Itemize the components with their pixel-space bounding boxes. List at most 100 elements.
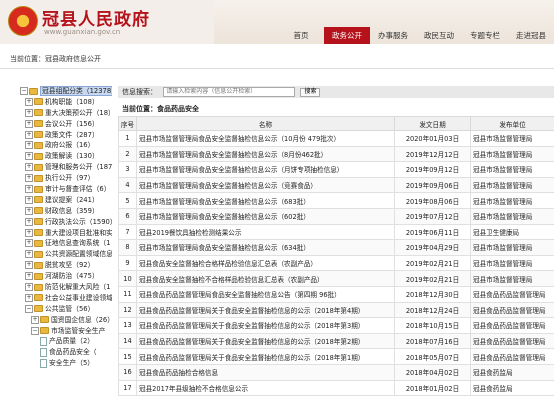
cell-title-link[interactable]: 冠县市场监督管理局食品安全监督抽检信息公示（月饼专项抽检信息）	[136, 161, 395, 178]
tree-item[interactable]: + 财政信息（359）	[20, 206, 112, 217]
expand-toggle-icon[interactable]: +	[25, 174, 33, 183]
nav-about[interactable]: 走进冠县	[508, 27, 554, 44]
expand-toggle-icon[interactable]: +	[25, 228, 33, 237]
nav-government-affairs[interactable]: 政务公开	[324, 27, 370, 44]
tree-item[interactable]: + 审计与督查评估（6）	[20, 184, 112, 195]
tree-item[interactable]: + 脱贫攻坚（92）	[20, 260, 112, 271]
expand-toggle-icon[interactable]: +	[25, 195, 33, 204]
tree-item-label: 执行公开（97）	[45, 174, 95, 183]
cell-title-link[interactable]: 冠县食品药品监督管理局关于食品安全监督抽检信息的公示（2018年第4期）	[136, 301, 395, 319]
cell-publisher: 冠县市场监督管理局	[470, 239, 554, 256]
cell-title-link[interactable]: 冠县2019餐饮具抽检检测结果公示	[136, 223, 395, 241]
tree-item-label: 管理和服务公开（187	[45, 163, 112, 172]
tree-item[interactable]: − 市场监管安全生产	[20, 326, 112, 337]
cell-title-link[interactable]: 冠县食品药品监督管理局关于食品安全监督抽检信息的公示（2018年第2期）	[136, 332, 395, 350]
tree-item[interactable]: + 重大决策预公开（18）	[20, 108, 112, 119]
cell-title-link[interactable]: 冠县食品药品监督管理局关于食品安全监督抽检信息的公示（2018年第3期）	[136, 317, 395, 334]
tree-item-label: 社会公益事业建设领域	[45, 293, 112, 302]
cell-title-link[interactable]: 冠县食品药品监督管理局食品安全监督抽检信息公告（第四期 96批）	[136, 285, 395, 303]
cell-date: 2019年08月06日	[394, 192, 471, 209]
tree-item-label: 财政信息（359）	[45, 206, 99, 215]
collapse-toggle-icon[interactable]: −	[20, 87, 28, 95]
nav-services[interactable]: 办事服务	[370, 27, 416, 44]
tree-item[interactable]: 产品质量（2）	[20, 336, 112, 347]
breadcrumb-home-link[interactable]: 冠县政府信息公开	[45, 55, 101, 63]
tree-item[interactable]: + 公共资源配置领域信息	[20, 249, 112, 260]
folder-icon	[34, 174, 43, 182]
tree-item[interactable]: + 防范化解重大风险（1	[20, 282, 112, 293]
cell-title-link[interactable]: 冠县食品安全监督抽检合格样品检验信息汇总表（农副产品）	[136, 254, 395, 272]
cell-title-link[interactable]: 冠县食品安全监督抽检不合格样品检验信息汇总表（农副产品）	[136, 270, 395, 287]
cell-title-link[interactable]: 冠县市场监督管理局食品安全监督抽检信息公示（竞赛食品）	[136, 176, 395, 194]
table-row: 8 冠县市场监督管理局食品安全监督抽检信息公示（634批） 2019年04月29日冠…	[118, 239, 554, 256]
tree-item[interactable]: + 会议公开（156）	[20, 119, 112, 130]
expand-toggle-icon[interactable]: +	[25, 97, 33, 106]
expand-toggle-icon[interactable]: +	[25, 130, 33, 139]
tree-item[interactable]: + 执行公开（97）	[20, 173, 112, 184]
expand-toggle-icon[interactable]: +	[25, 185, 33, 194]
table-row: 4 冠县市场监督管理局食品安全监督抽检信息公示（竞赛食品） 2019年09月06日冠…	[118, 176, 554, 194]
site-title[interactable]: 冠县人民政府	[42, 5, 150, 30]
folder-icon	[29, 87, 38, 95]
tree-item[interactable]: + 政府公报（16）	[20, 140, 112, 151]
search-button[interactable]: 搜索	[300, 87, 321, 97]
nav-topics[interactable]: 专题专栏	[462, 27, 508, 44]
expand-toggle-icon[interactable]: +	[25, 163, 33, 172]
tree-item[interactable]: + 重大建设项目批准和实	[20, 228, 112, 239]
tree-item-label: 冠县组配分类（12378）	[40, 86, 112, 96]
tree-item[interactable]: + 社会公益事业建设领域	[20, 293, 112, 304]
expand-toggle-icon[interactable]: +	[25, 217, 33, 226]
tree-item-label: 政策文件（287）	[45, 130, 99, 139]
nav-interaction[interactable]: 政民互动	[416, 27, 462, 44]
expand-toggle-icon[interactable]: +	[25, 272, 33, 281]
cell-title-link[interactable]: 冠县市场监督管理局食品安全监督抽检信息公示（683批）	[136, 192, 395, 209]
tree-item[interactable]: + 征地信息查询系统（1	[20, 238, 112, 249]
tree-item[interactable]: − 冠县组配分类（12378）	[20, 86, 112, 97]
cell-title-link[interactable]: 冠县食品药品监督管理局关于食品安全监督抽检信息的公示（2018年第1期）	[136, 348, 395, 365]
expand-toggle-icon[interactable]: +	[25, 206, 33, 215]
search-input[interactable]	[163, 87, 296, 97]
tree-item[interactable]: 食品药品安全（	[20, 347, 112, 358]
expand-toggle-icon[interactable]: +	[25, 283, 33, 292]
tree-item[interactable]: + 河湖防治（475）	[20, 271, 112, 282]
collapse-toggle-icon[interactable]: −	[25, 304, 33, 313]
expand-toggle-icon[interactable]: +	[25, 119, 33, 128]
folder-icon	[34, 196, 43, 204]
cell-publisher: 冠县卫生健康局	[470, 223, 554, 241]
expand-toggle-icon[interactable]: +	[31, 315, 39, 324]
breadcrumb: 当前位置：冠县政府信息公开	[0, 50, 554, 69]
tree-item[interactable]: − 公共监管（56）	[20, 304, 112, 315]
expand-toggle-icon[interactable]: +	[25, 108, 33, 117]
cell-title-link[interactable]: 冠县市场监督管理局食品安全监督抽检信息公示（10月份 479批次）	[136, 130, 395, 147]
expand-toggle-icon[interactable]: +	[25, 293, 33, 302]
cell-title-link[interactable]: 冠县市场监督管理局食品安全监督抽检信息公示（8月份462批）	[136, 145, 395, 163]
tree-item[interactable]: + 建议提案（241）	[20, 195, 112, 206]
tree-item[interactable]: + 机构职能（108）	[20, 97, 112, 108]
expand-toggle-icon[interactable]: +	[25, 261, 33, 270]
cell-date: 2019年06月11日	[394, 223, 471, 241]
cell-date: 2019年09月12日	[394, 161, 471, 178]
tree-item[interactable]: + 管理和服务公开（187	[20, 162, 112, 173]
cell-title-link[interactable]: 冠县市场监督管理局食品安全监督抽检信息公示（634批）	[136, 239, 395, 256]
tree-item[interactable]: 安全生产（5）	[20, 358, 112, 369]
cell-title-link[interactable]: 冠县市场监督管理局食品安全监督抽检信息公示（602批）	[136, 207, 395, 225]
expand-toggle-icon[interactable]: +	[25, 141, 33, 150]
tree-item[interactable]: + 行政执法公示（1590）	[20, 217, 112, 228]
tree-item[interactable]: + 政策文件（287）	[20, 130, 112, 141]
nav-home[interactable]: 首页	[278, 27, 324, 44]
cell-index: 10	[118, 270, 137, 287]
tree-item[interactable]: + 国资国企信息（26）	[20, 315, 112, 326]
document-icon	[40, 358, 47, 368]
expand-toggle-icon[interactable]: +	[25, 152, 33, 161]
expand-toggle-icon[interactable]: +	[25, 250, 33, 259]
cell-title-link[interactable]: 冠县食品药品抽检合格信息	[136, 363, 395, 381]
cell-index: 13	[118, 317, 137, 334]
cell-date: 2019年09月06日	[394, 176, 471, 194]
expand-toggle-icon[interactable]: +	[25, 239, 33, 248]
folder-icon	[34, 272, 43, 280]
cell-title-link[interactable]: 冠县2017年县级抽检不合格信息公示	[136, 379, 395, 397]
cell-index: 4	[118, 176, 137, 194]
table-row: 7 冠县2019餐饮具抽检检测结果公示 2019年06月11日 冠县卫生健康局	[118, 223, 554, 241]
tree-item[interactable]: + 政策解读（130）	[20, 151, 112, 162]
collapse-toggle-icon[interactable]: −	[31, 326, 39, 335]
